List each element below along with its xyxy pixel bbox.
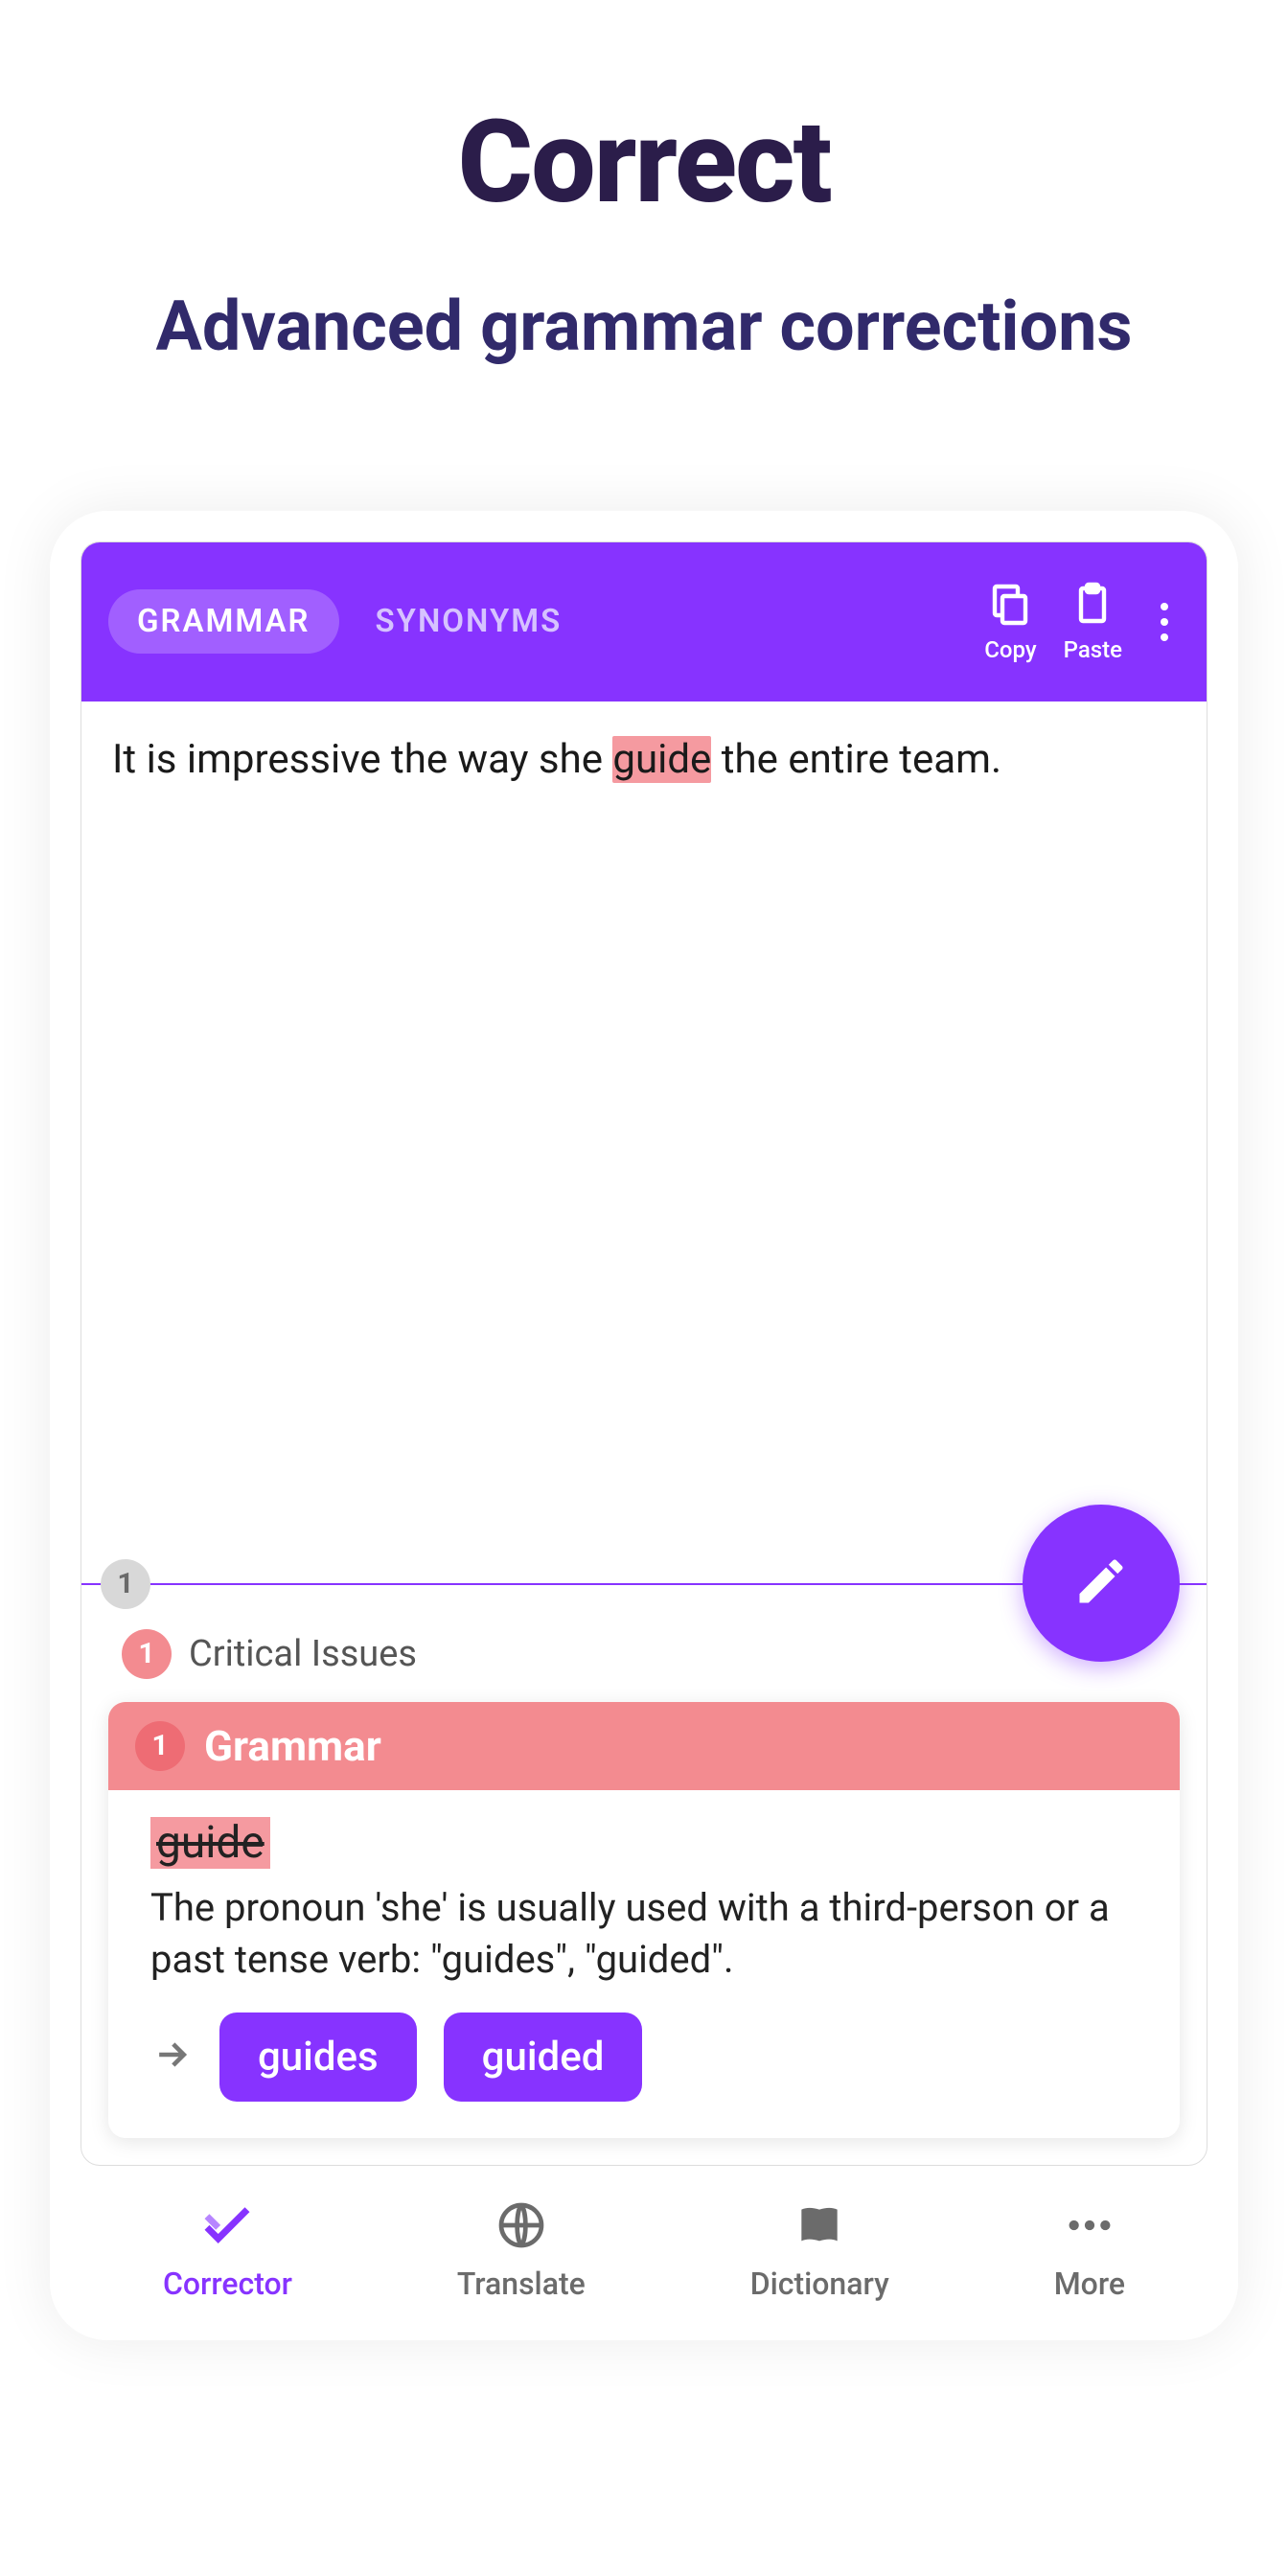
- suggestion-guides[interactable]: guides: [219, 2012, 417, 2102]
- paste-icon: [1070, 581, 1116, 631]
- nav-dictionary-label: Dictionary: [750, 2266, 889, 2302]
- phone-frame: GRAMMAR SYNONYMS Copy: [50, 511, 1238, 2340]
- editor-text-before: It is impressive the way she: [112, 736, 612, 783]
- issues-section: 1 Critical Issues 1 Grammar guide The pr…: [81, 1585, 1207, 2165]
- error-word: guide: [150, 1817, 270, 1869]
- book-icon: [793, 2198, 846, 2256]
- nav-corrector-label: Corrector: [163, 2266, 292, 2302]
- more-horizontal-icon: [1063, 2198, 1116, 2256]
- hero-title: Correct: [457, 96, 830, 230]
- suggestion-guided[interactable]: guided: [444, 2012, 643, 2102]
- check-icon: [200, 2198, 254, 2256]
- nav-more[interactable]: More: [1054, 2198, 1125, 2302]
- copy-button[interactable]: Copy: [984, 581, 1036, 663]
- top-bar: GRAMMAR SYNONYMS Copy: [81, 542, 1207, 702]
- issue-card: 1 Grammar guide The pronoun 'she' is usu…: [108, 1702, 1180, 2138]
- divider-container: 1: [81, 1583, 1207, 1585]
- paste-button[interactable]: Paste: [1064, 581, 1122, 663]
- mode-tabs: GRAMMAR SYNONYMS: [108, 589, 590, 654]
- copy-icon: [987, 581, 1033, 631]
- nav-translate-label: Translate: [457, 2266, 586, 2302]
- issue-category-title: Grammar: [204, 1721, 381, 1771]
- nav-more-label: More: [1054, 2266, 1125, 2302]
- issue-count-badge-top: 1: [101, 1559, 150, 1609]
- editor-text-after: the entire team.: [711, 736, 1001, 783]
- text-editor[interactable]: It is impressive the way she guide the e…: [81, 702, 1207, 1583]
- issues-count-badge: 1: [122, 1629, 172, 1679]
- copy-label: Copy: [984, 636, 1036, 663]
- edit-fab[interactable]: [1023, 1505, 1180, 1662]
- error-explanation: The pronoun 'she' is usually used with a…: [150, 1882, 1138, 1986]
- bottom-nav: Corrector Translate Dictionary More: [80, 2175, 1208, 2310]
- globe-icon: [494, 2198, 548, 2256]
- issues-title: Critical Issues: [189, 1633, 417, 1675]
- suggestions-row: guides guided: [150, 2012, 1138, 2102]
- nav-dictionary[interactable]: Dictionary: [750, 2198, 889, 2302]
- arrow-right-icon: [150, 2034, 193, 2080]
- pencil-icon: [1072, 1552, 1130, 1614]
- hero-subtitle: Advanced grammar corrections: [156, 288, 1133, 367]
- app-screen: GRAMMAR SYNONYMS Copy: [80, 541, 1208, 2166]
- error-highlight[interactable]: guide: [612, 736, 711, 783]
- nav-corrector[interactable]: Corrector: [163, 2198, 292, 2302]
- tab-grammar[interactable]: GRAMMAR: [108, 589, 339, 654]
- issue-category-count: 1: [135, 1721, 185, 1771]
- issues-header: 1 Critical Issues: [122, 1629, 1180, 1679]
- nav-translate[interactable]: Translate: [457, 2198, 586, 2302]
- overflow-menu-button[interactable]: [1149, 603, 1180, 641]
- paste-label: Paste: [1064, 636, 1122, 663]
- issue-card-body: guide The pronoun 'she' is usually used …: [108, 1790, 1180, 2138]
- issue-card-header[interactable]: 1 Grammar: [108, 1702, 1180, 1790]
- toolbar-actions: Copy Paste: [984, 581, 1180, 663]
- tab-synonyms[interactable]: SYNONYMS: [347, 589, 591, 654]
